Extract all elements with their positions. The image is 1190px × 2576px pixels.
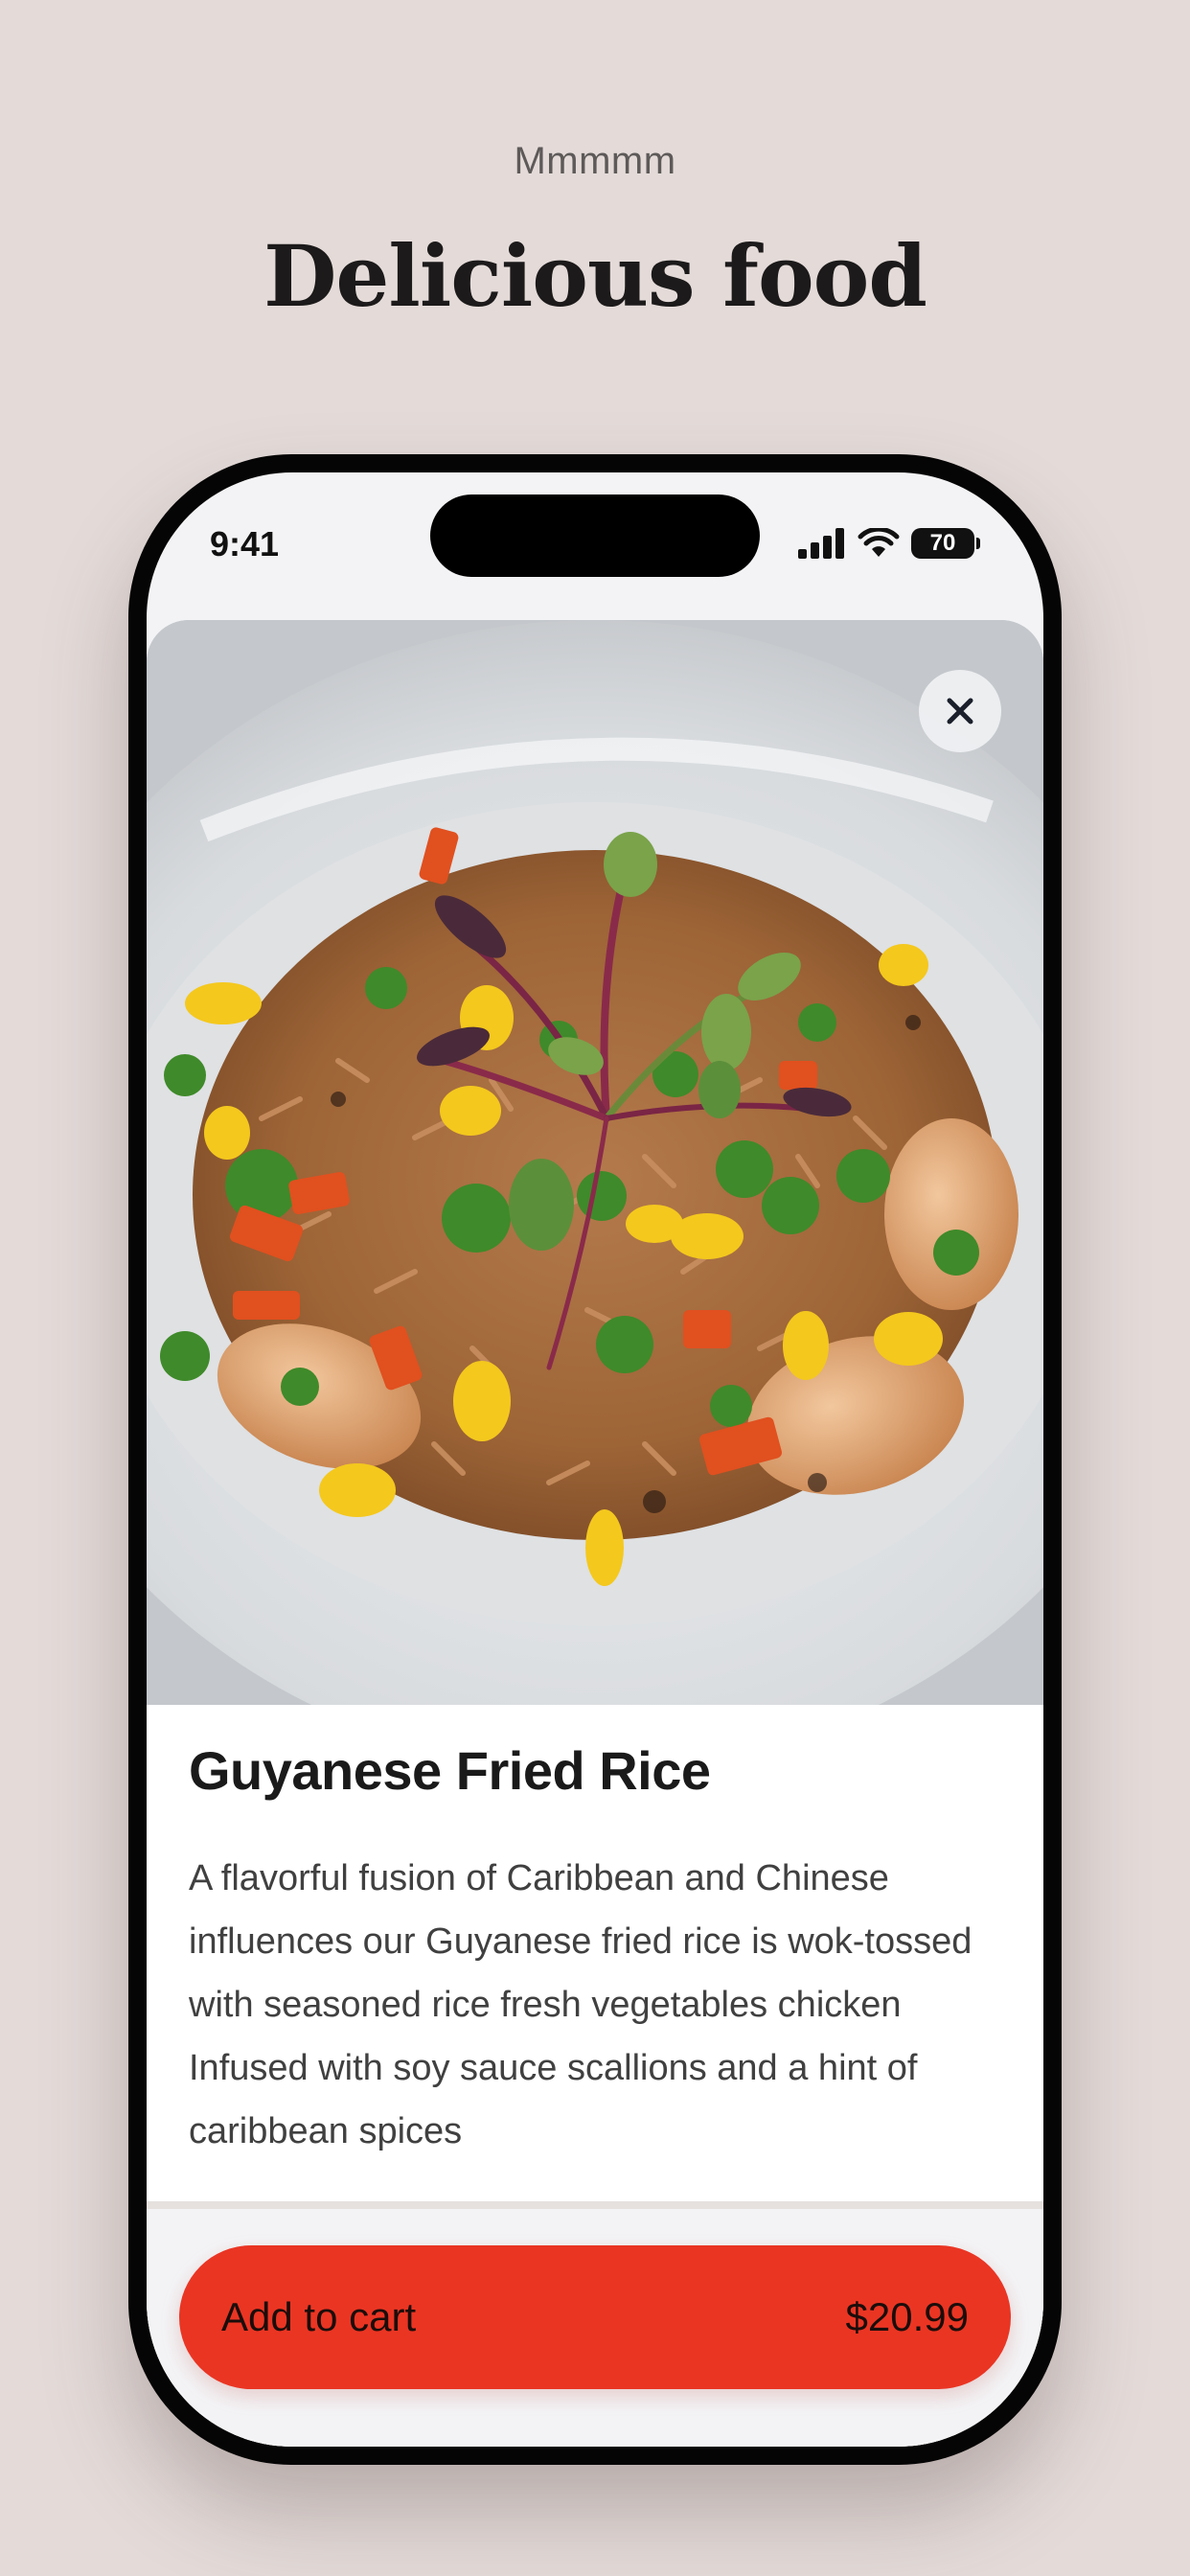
- product-image: [147, 620, 1043, 1705]
- fried-rice-photo: [147, 620, 1043, 1705]
- close-button[interactable]: [919, 670, 1001, 752]
- divider: [147, 2201, 1043, 2209]
- cart-footer: Add to cart $20.99: [147, 2209, 1043, 2447]
- battery-level: 70: [911, 528, 974, 559]
- battery-icon: 70: [911, 528, 980, 559]
- eyebrow-text: Mmmmm: [514, 140, 676, 182]
- status-icons: 70: [798, 528, 980, 559]
- product-description: A flavorful fusion of Caribbean and Chin…: [189, 1858, 973, 2151]
- add-to-cart-button[interactable]: Add to cart $20.99: [179, 2245, 1011, 2389]
- product-title: Guyanese Fried Rice: [189, 1740, 711, 1801]
- add-to-cart-label: Add to cart: [221, 2294, 417, 2339]
- status-time: 9:41: [210, 524, 280, 564]
- product-detail-sheet: Guyanese Fried Rice A flavorful fusion o…: [147, 620, 1043, 2447]
- signal-bars-icon: [798, 528, 844, 559]
- page-headline: Delicious food: [263, 226, 927, 326]
- cart-price: $20.99: [845, 2294, 969, 2339]
- wifi-icon: [858, 528, 900, 557]
- dynamic-island: [430, 494, 760, 577]
- close-icon: [947, 698, 973, 724]
- status-bar: 9:41 70: [147, 472, 1043, 616]
- phone-screen: 9:41 70 Guyanese Fried Rice A flavorful …: [147, 472, 1043, 2447]
